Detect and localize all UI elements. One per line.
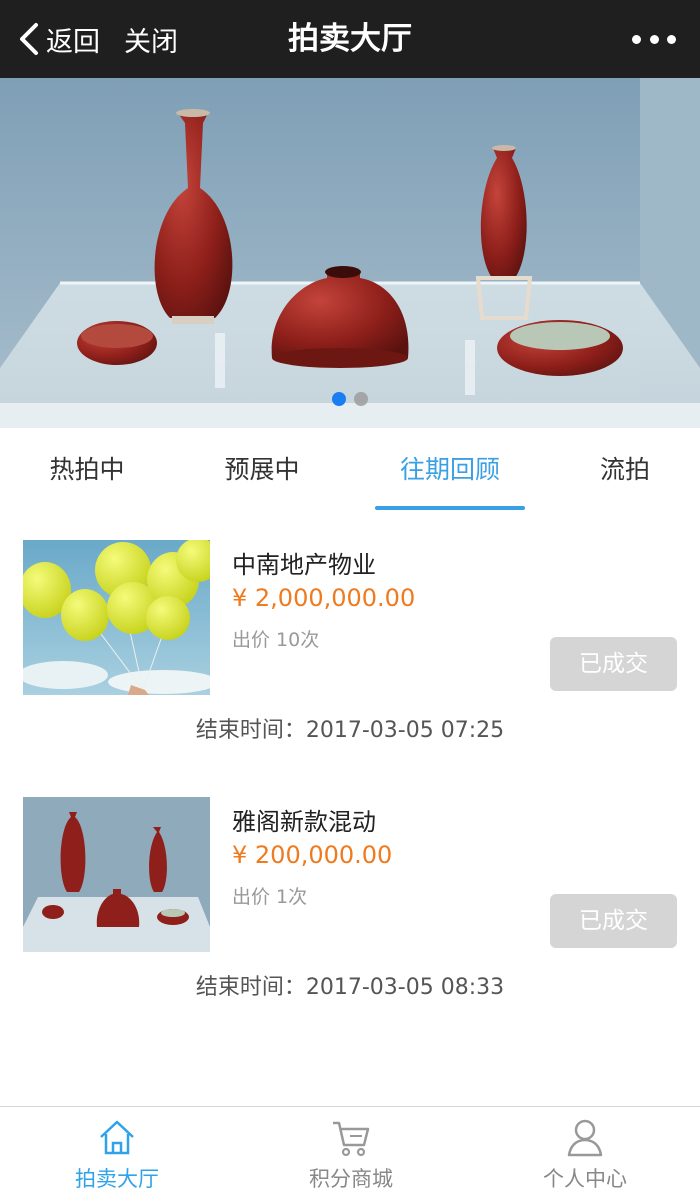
auction-item[interactable]: 雅阁新款混动 ¥ 200,000.00 出价 1次 已成交 结束时间：2017-… <box>0 797 700 1000</box>
item-name: 中南地产物业 <box>232 551 376 579</box>
bottom-nav-label: 拍卖大厅 <box>75 1167 159 1191</box>
tab-hot-auction[interactable]: 热拍中 <box>25 428 149 514</box>
page-title: 拍卖大厅 <box>288 21 412 57</box>
more-options-icon[interactable] <box>632 30 676 48</box>
carousel-indicator <box>0 391 700 407</box>
bottom-nav-label: 积分商城 <box>309 1167 393 1191</box>
vase-display-photo <box>0 78 700 428</box>
back-button[interactable]: 返回 <box>18 18 100 60</box>
balloons-photo <box>23 540 210 695</box>
bottom-nav-bar: 拍卖大厅 积分商城 个人中心 <box>0 1106 700 1201</box>
vases-photo <box>23 797 210 952</box>
item-end-time: 结束时间：2017-03-05 08:33 <box>195 975 505 1000</box>
carousel-dot-2[interactable] <box>354 392 368 406</box>
user-icon <box>567 1119 603 1157</box>
item-price: ¥ 2,000,000.00 <box>232 584 416 612</box>
bottom-nav-personal-center[interactable]: 个人中心 <box>468 1107 700 1201</box>
home-icon <box>100 1120 134 1155</box>
banner-carousel[interactable] <box>0 78 700 428</box>
carousel-dot-1[interactable] <box>332 392 346 406</box>
bottom-nav-auction-hall[interactable]: 拍卖大厅 <box>0 1107 234 1201</box>
cart-icon <box>333 1121 370 1157</box>
active-tab-indicator <box>375 506 525 510</box>
item-end-time: 结束时间：2017-03-05 07:25 <box>195 718 505 743</box>
tab-unsold[interactable]: 流拍 <box>580 428 670 514</box>
auction-item[interactable]: 中南地产物业 ¥ 2,000,000.00 出价 10次 已成交 结束时间：20… <box>0 540 700 743</box>
item-bid-count: 出价 10次 <box>232 629 320 651</box>
close-button[interactable]: 关闭 <box>124 18 178 60</box>
auction-tabs: 热拍中 预展中 往期回顾 流拍 <box>0 428 700 514</box>
back-label: 返回 <box>46 26 100 58</box>
item-thumbnail <box>23 540 210 695</box>
item-thumbnail <box>23 797 210 952</box>
item-name: 雅阁新款混动 <box>232 808 376 836</box>
tab-preview[interactable]: 预展中 <box>200 428 324 514</box>
deal-status-button[interactable]: 已成交 <box>550 637 677 691</box>
chevron-left-icon <box>20 23 38 55</box>
top-nav-bar: 返回 关闭 拍卖大厅 <box>0 0 700 78</box>
deal-status-button[interactable]: 已成交 <box>550 894 677 948</box>
bottom-nav-points-mall[interactable]: 积分商城 <box>234 1107 468 1201</box>
bottom-nav-label: 个人中心 <box>543 1167 627 1191</box>
item-price: ¥ 200,000.00 <box>232 841 393 869</box>
item-bid-count: 出价 1次 <box>232 886 308 908</box>
tab-past-review[interactable]: 往期回顾 <box>375 428 525 514</box>
